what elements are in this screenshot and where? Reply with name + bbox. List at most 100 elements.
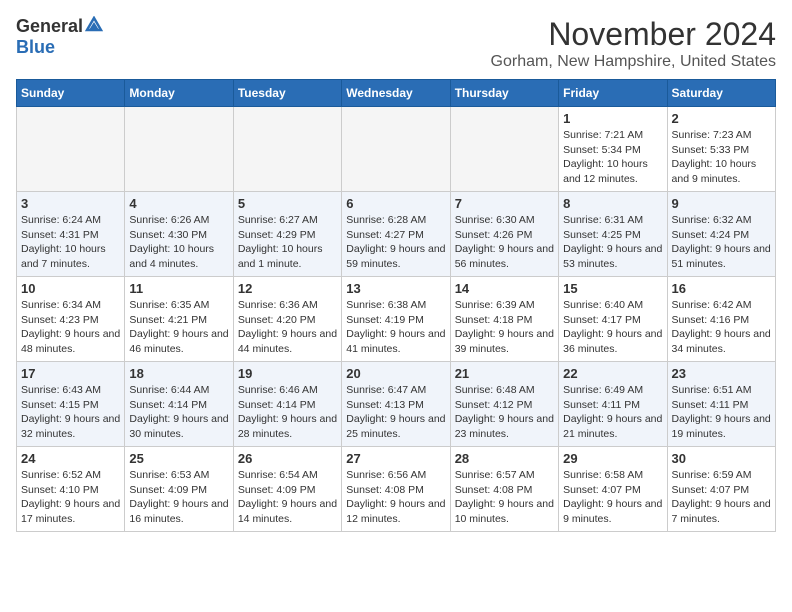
calendar-table: SundayMondayTuesdayWednesdayThursdayFrid…	[16, 79, 776, 532]
calendar-cell: 10 Sunrise: 6:34 AM Sunset: 4:23 PM Dayli…	[17, 277, 125, 362]
title-section: November 2024 Gorham, New Hampshire, Uni…	[491, 16, 776, 71]
weekday-header-saturday: Saturday	[667, 80, 775, 107]
day-info: Sunrise: 6:53 AM Sunset: 4:09 PM Dayligh…	[129, 468, 228, 527]
day-number: 1	[563, 111, 662, 126]
day-info: Sunrise: 6:39 AM Sunset: 4:18 PM Dayligh…	[455, 298, 554, 357]
weekday-header-wednesday: Wednesday	[342, 80, 450, 107]
day-info: Sunrise: 6:34 AM Sunset: 4:23 PM Dayligh…	[21, 298, 120, 357]
day-info: Sunrise: 6:27 AM Sunset: 4:29 PM Dayligh…	[238, 213, 337, 272]
calendar-cell	[17, 107, 125, 192]
calendar-cell: 17 Sunrise: 6:43 AM Sunset: 4:15 PM Dayli…	[17, 362, 125, 447]
day-info: Sunrise: 6:24 AM Sunset: 4:31 PM Dayligh…	[21, 213, 120, 272]
weekday-header-sunday: Sunday	[17, 80, 125, 107]
calendar-cell: 7 Sunrise: 6:30 AM Sunset: 4:26 PM Daylig…	[450, 192, 558, 277]
day-number: 12	[238, 281, 337, 296]
day-number: 7	[455, 196, 554, 211]
calendar-cell: 21Sunrise: 6:48 AM Sunset: 4:12 PM Dayli…	[450, 362, 558, 447]
day-number: 8	[563, 196, 662, 211]
calendar-cell: 24 Sunrise: 6:52 AM Sunset: 4:10 PM Dayli…	[17, 447, 125, 532]
day-info: Sunrise: 7:21 AM Sunset: 5:34 PM Dayligh…	[563, 128, 662, 187]
day-number: 17	[21, 366, 120, 381]
day-info: Sunrise: 6:36 AM Sunset: 4:20 PM Dayligh…	[238, 298, 337, 357]
calendar-cell: 4Sunrise: 6:26 AM Sunset: 4:30 PM Daylig…	[125, 192, 233, 277]
calendar-cell: 16 Sunrise: 6:42 AM Sunset: 4:16 PM Dayli…	[667, 277, 775, 362]
calendar-cell: 22Sunrise: 6:49 AM Sunset: 4:11 PM Dayli…	[559, 362, 667, 447]
calendar-cell: 13Sunrise: 6:38 AM Sunset: 4:19 PM Dayli…	[342, 277, 450, 362]
calendar-cell: 23Sunrise: 6:51 AM Sunset: 4:11 PM Dayli…	[667, 362, 775, 447]
day-number: 2	[672, 111, 771, 126]
day-number: 5	[238, 196, 337, 211]
calendar-cell: 3 Sunrise: 6:24 AM Sunset: 4:31 PM Daylig…	[17, 192, 125, 277]
calendar-week-row: 17 Sunrise: 6:43 AM Sunset: 4:15 PM Dayli…	[17, 362, 776, 447]
day-number: 3	[21, 196, 120, 211]
day-info: Sunrise: 6:58 AM Sunset: 4:07 PM Dayligh…	[563, 468, 662, 527]
day-number: 19	[238, 366, 337, 381]
logo-general-text: General	[16, 16, 83, 37]
day-info: Sunrise: 6:28 AM Sunset: 4:27 PM Dayligh…	[346, 213, 445, 272]
day-number: 10	[21, 281, 120, 296]
calendar-cell: 18 Sunrise: 6:44 AM Sunset: 4:14 PM Dayli…	[125, 362, 233, 447]
day-number: 25	[129, 451, 228, 466]
calendar-week-row: 24 Sunrise: 6:52 AM Sunset: 4:10 PM Dayli…	[17, 447, 776, 532]
location-subtitle: Gorham, New Hampshire, United States	[491, 53, 776, 71]
logo-triangle-icon	[85, 16, 103, 37]
day-info: Sunrise: 6:43 AM Sunset: 4:15 PM Dayligh…	[21, 383, 120, 442]
day-info: Sunrise: 6:46 AM Sunset: 4:14 PM Dayligh…	[238, 383, 337, 442]
day-info: Sunrise: 6:44 AM Sunset: 4:14 PM Dayligh…	[129, 383, 228, 442]
calendar-cell: 20 Sunrise: 6:47 AM Sunset: 4:13 PM Dayli…	[342, 362, 450, 447]
day-info: Sunrise: 7:23 AM Sunset: 5:33 PM Dayligh…	[672, 128, 771, 187]
day-number: 21	[455, 366, 554, 381]
day-info: Sunrise: 6:59 AM Sunset: 4:07 PM Dayligh…	[672, 468, 771, 527]
day-number: 26	[238, 451, 337, 466]
calendar-cell: 6Sunrise: 6:28 AM Sunset: 4:27 PM Daylig…	[342, 192, 450, 277]
day-number: 4	[129, 196, 228, 211]
calendar-cell: 8Sunrise: 6:31 AM Sunset: 4:25 PM Daylig…	[559, 192, 667, 277]
calendar-cell: 30 Sunrise: 6:59 AM Sunset: 4:07 PM Dayli…	[667, 447, 775, 532]
calendar-cell: 25 Sunrise: 6:53 AM Sunset: 4:09 PM Dayli…	[125, 447, 233, 532]
day-number: 30	[672, 451, 771, 466]
day-number: 14	[455, 281, 554, 296]
month-title: November 2024	[491, 16, 776, 53]
day-info: Sunrise: 6:42 AM Sunset: 4:16 PM Dayligh…	[672, 298, 771, 357]
weekday-header-monday: Monday	[125, 80, 233, 107]
calendar-cell: 9 Sunrise: 6:32 AM Sunset: 4:24 PM Daylig…	[667, 192, 775, 277]
weekday-header-thursday: Thursday	[450, 80, 558, 107]
day-number: 9	[672, 196, 771, 211]
day-number: 20	[346, 366, 445, 381]
calendar-cell: 1 Sunrise: 7:21 AM Sunset: 5:34 PM Daylig…	[559, 107, 667, 192]
day-number: 18	[129, 366, 228, 381]
logo: General Blue	[16, 16, 103, 58]
day-number: 24	[21, 451, 120, 466]
calendar-cell: 2 Sunrise: 7:23 AM Sunset: 5:33 PM Daylig…	[667, 107, 775, 192]
calendar-week-row: 3 Sunrise: 6:24 AM Sunset: 4:31 PM Daylig…	[17, 192, 776, 277]
day-info: Sunrise: 6:52 AM Sunset: 4:10 PM Dayligh…	[21, 468, 120, 527]
calendar-cell: 19 Sunrise: 6:46 AM Sunset: 4:14 PM Dayli…	[233, 362, 341, 447]
day-number: 27	[346, 451, 445, 466]
day-number: 29	[563, 451, 662, 466]
day-info: Sunrise: 6:32 AM Sunset: 4:24 PM Dayligh…	[672, 213, 771, 272]
calendar-cell	[125, 107, 233, 192]
calendar-cell: 14 Sunrise: 6:39 AM Sunset: 4:18 PM Dayli…	[450, 277, 558, 362]
day-info: Sunrise: 6:56 AM Sunset: 4:08 PM Dayligh…	[346, 468, 445, 527]
day-info: Sunrise: 6:51 AM Sunset: 4:11 PM Dayligh…	[672, 383, 771, 442]
day-info: Sunrise: 6:57 AM Sunset: 4:08 PM Dayligh…	[455, 468, 554, 527]
calendar-cell: 11Sunrise: 6:35 AM Sunset: 4:21 PM Dayli…	[125, 277, 233, 362]
calendar-cell: 12 Sunrise: 6:36 AM Sunset: 4:20 PM Dayli…	[233, 277, 341, 362]
page-header: General Blue November 2024 Gorham, New H…	[16, 16, 776, 71]
calendar-cell	[342, 107, 450, 192]
day-info: Sunrise: 6:47 AM Sunset: 4:13 PM Dayligh…	[346, 383, 445, 442]
day-number: 28	[455, 451, 554, 466]
day-info: Sunrise: 6:54 AM Sunset: 4:09 PM Dayligh…	[238, 468, 337, 527]
calendar-week-row: 10 Sunrise: 6:34 AM Sunset: 4:23 PM Dayli…	[17, 277, 776, 362]
day-info: Sunrise: 6:30 AM Sunset: 4:26 PM Dayligh…	[455, 213, 554, 272]
day-number: 16	[672, 281, 771, 296]
calendar-week-row: 1 Sunrise: 7:21 AM Sunset: 5:34 PM Daylig…	[17, 107, 776, 192]
day-info: Sunrise: 6:40 AM Sunset: 4:17 PM Dayligh…	[563, 298, 662, 357]
day-info: Sunrise: 6:49 AM Sunset: 4:11 PM Dayligh…	[563, 383, 662, 442]
calendar-cell: 27 Sunrise: 6:56 AM Sunset: 4:08 PM Dayli…	[342, 447, 450, 532]
calendar-cell	[450, 107, 558, 192]
calendar-cell: 5 Sunrise: 6:27 AM Sunset: 4:29 PM Daylig…	[233, 192, 341, 277]
day-number: 11	[129, 281, 228, 296]
day-info: Sunrise: 6:38 AM Sunset: 4:19 PM Dayligh…	[346, 298, 445, 357]
calendar-cell: 26 Sunrise: 6:54 AM Sunset: 4:09 PM Dayli…	[233, 447, 341, 532]
